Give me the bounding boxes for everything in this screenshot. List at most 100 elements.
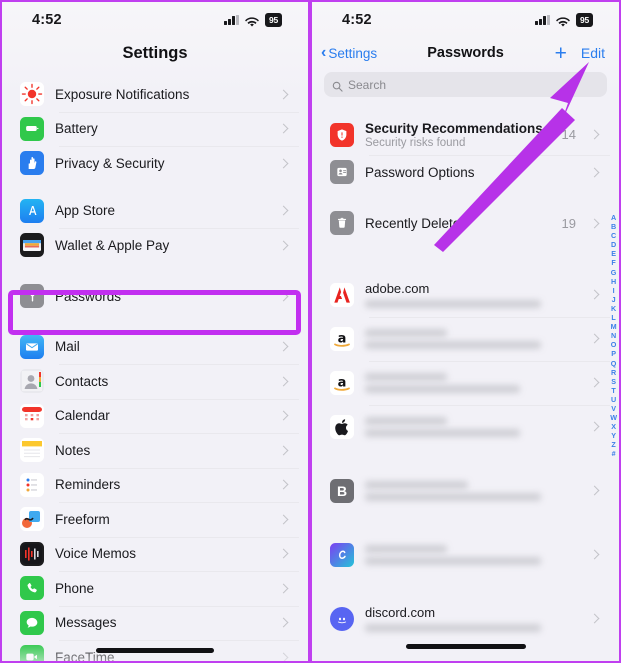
status-icon-group: 95 xyxy=(535,13,593,27)
exposure-notifications-icon xyxy=(20,82,44,107)
sidebar-item-notes[interactable]: Notes xyxy=(11,433,299,468)
back-to-settings-button[interactable]: ‹ Settings xyxy=(321,45,377,61)
sidebar-item-label: Voice Memos xyxy=(55,546,137,562)
chevron-right-icon xyxy=(278,205,289,216)
chevron-right-icon xyxy=(278,376,289,387)
list-item-subtitle: Security risks found xyxy=(365,136,466,149)
wifi-icon xyxy=(556,15,570,27)
battery-indicator: 95 xyxy=(575,13,593,27)
sidebar-item-label: Exposure Notifications xyxy=(55,86,190,102)
nav-actions: + Edit xyxy=(555,43,605,64)
left-status-bar: 4:52 95 xyxy=(2,2,308,38)
password-entry-domain: adobe.com xyxy=(365,281,430,296)
list-item-label: Recently Deleted xyxy=(365,215,468,231)
password-entry-domain: discord.com xyxy=(365,605,436,620)
chevron-right-icon xyxy=(278,514,289,525)
list-item-recently-deleted[interactable]: Recently Deleted 19 xyxy=(321,203,610,244)
sidebar-item-reminders[interactable]: Reminders xyxy=(11,467,299,503)
search-bar-container: Search xyxy=(312,68,619,105)
alphabet-index-scrubber[interactable]: A B C D E F G H I J K L M N O P Q R S T … xyxy=(610,213,617,459)
redacted-username xyxy=(365,384,520,393)
alpha-index-letter[interactable]: H xyxy=(611,277,616,287)
add-password-button[interactable]: + xyxy=(555,43,567,64)
alpha-index-letter[interactable]: P xyxy=(611,350,616,359)
chevron-right-icon xyxy=(278,652,289,661)
back-button-label: Settings xyxy=(328,45,378,61)
chevron-right-icon xyxy=(278,548,289,559)
status-clock: 4:52 xyxy=(32,12,62,28)
password-entry-text xyxy=(365,372,580,393)
sidebar-item-label: Passwords xyxy=(55,288,122,304)
password-entry-text xyxy=(365,480,580,501)
redacted-domain xyxy=(365,544,447,553)
chevron-right-icon xyxy=(589,485,600,496)
chevron-right-icon xyxy=(278,341,289,352)
sidebar-item-wallet-apple-pay[interactable]: Wallet & Apple Pay xyxy=(11,228,299,263)
battery-icon xyxy=(20,116,44,141)
phone-icon xyxy=(20,576,44,601)
alpha-index-letter[interactable]: S xyxy=(611,377,616,387)
list-item-password-entry[interactable]: a xyxy=(321,360,610,405)
edit-button[interactable]: Edit xyxy=(581,45,605,61)
adobe-icon xyxy=(330,282,354,307)
security-recommendations-count: 14 xyxy=(561,127,576,142)
alpha-index-letter[interactable]: R xyxy=(611,368,616,378)
search-input[interactable]: Search xyxy=(324,72,607,97)
password-entry-text: discord.com xyxy=(365,605,580,632)
settings-group-1: Exposure Notifications Battery Privacy &… xyxy=(11,77,299,181)
list-item-password-entry[interactable] xyxy=(321,404,610,449)
alpha-index-letter[interactable]: # xyxy=(612,450,616,459)
redacted-domain xyxy=(365,480,469,489)
alpha-index-letter[interactable]: F xyxy=(611,259,615,268)
list-item-password-entry[interactable]: B xyxy=(321,469,610,513)
security-recommendations-icon xyxy=(330,122,354,147)
cellular-bars-icon xyxy=(535,15,550,25)
chevron-right-icon xyxy=(278,291,289,301)
redacted-domain xyxy=(365,416,447,425)
password-section-d: discord.com xyxy=(321,596,610,641)
list-item-password-entry[interactable]: discord.com xyxy=(321,597,610,641)
sidebar-item-freeform[interactable]: Freeform xyxy=(11,502,299,537)
chevron-right-icon xyxy=(278,583,289,594)
sidebar-item-contacts[interactable]: Contacts xyxy=(11,364,299,399)
sidebar-item-passwords[interactable]: Passwords xyxy=(11,276,299,317)
list-item-password-entry[interactable]: a xyxy=(321,316,610,361)
passwords-nav-bar: ‹ Settings Passwords + Edit xyxy=(312,38,619,68)
sidebar-item-label: Notes xyxy=(55,442,91,458)
sidebar-item-voice-memos[interactable]: Voice Memos xyxy=(11,536,299,572)
freeform-icon xyxy=(20,507,44,532)
chevron-right-icon xyxy=(278,240,289,251)
home-indicator xyxy=(405,644,526,649)
list-item-title: Security Recommendations xyxy=(365,120,543,136)
sidebar-item-calendar[interactable]: Calendar xyxy=(11,398,299,434)
sidebar-item-phone[interactable]: Phone xyxy=(11,571,299,606)
sidebar-item-mail[interactable]: Mail xyxy=(11,330,299,365)
wifi-icon xyxy=(245,15,259,27)
list-item-security-recommendations[interactable]: Security Recommendations Security risks … xyxy=(321,114,610,155)
sidebar-item-app-store[interactable]: App Store xyxy=(11,194,299,229)
list-item-label: Password Options xyxy=(365,164,475,180)
sidebar-item-battery[interactable]: Battery xyxy=(11,111,299,147)
settings-group-passwords: Passwords xyxy=(11,275,299,317)
sidebar-item-messages[interactable]: Messages xyxy=(11,605,299,641)
chevron-right-icon xyxy=(589,218,600,228)
battery-indicator: 95 xyxy=(264,13,282,27)
list-item-password-entry[interactable]: adobe.com xyxy=(321,273,610,317)
chevron-right-icon xyxy=(589,377,600,388)
chevron-right-icon xyxy=(589,421,600,432)
chevron-right-icon xyxy=(589,549,600,560)
chevron-right-icon xyxy=(278,123,289,134)
password-section-c xyxy=(321,532,610,577)
list-item-password-entry[interactable] xyxy=(321,533,610,577)
list-item-password-options[interactable]: Password Options xyxy=(321,155,610,190)
app-store-icon xyxy=(20,198,44,223)
sidebar-item-privacy-security[interactable]: Privacy & Security xyxy=(11,146,299,181)
sidebar-item-exposure-notifications[interactable]: Exposure Notifications xyxy=(11,77,299,112)
alpha-index-letter[interactable]: G xyxy=(611,268,617,278)
alpha-index-letter[interactable]: Q xyxy=(611,359,617,369)
redacted-username xyxy=(365,428,520,437)
discord-icon xyxy=(330,606,354,631)
sidebar-item-label: Freeform xyxy=(55,511,110,527)
sidebar-item-label: Wallet & Apple Pay xyxy=(55,237,170,253)
chevron-right-icon xyxy=(589,613,600,624)
